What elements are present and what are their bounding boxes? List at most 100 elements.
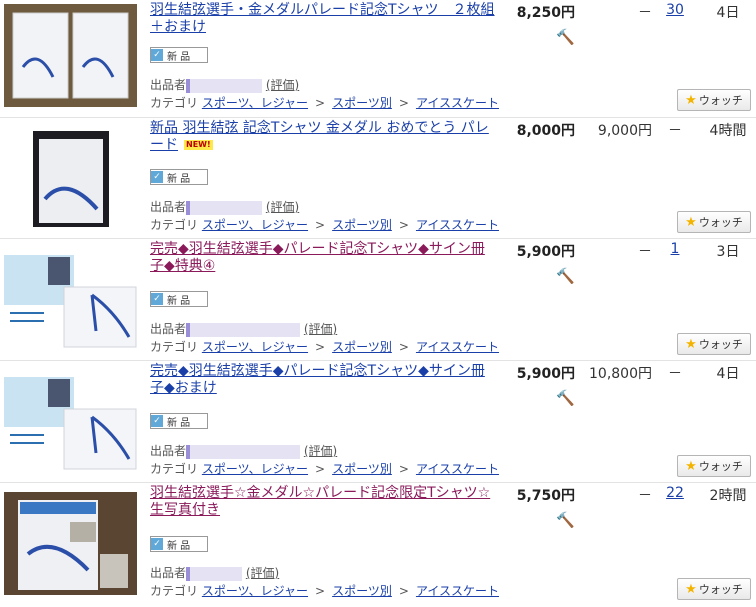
tshirt-image — [4, 254, 137, 347]
watch-label: ウォッチ — [698, 583, 743, 596]
watch-button[interactable]: ★ ウォッチ — [677, 333, 751, 355]
seller-rating-link[interactable]: (評価) — [266, 78, 299, 92]
bid-count-link[interactable]: 30 — [655, 2, 695, 18]
seller-label: 出品者 — [150, 200, 187, 214]
buy-now-price: － — [638, 488, 652, 504]
seller-rating-link[interactable]: (評価) — [246, 566, 279, 580]
breadcrumb-separator: > — [315, 584, 326, 598]
star-icon: ★ — [685, 214, 697, 230]
category-link[interactable]: スポーツ別 — [332, 218, 392, 232]
category-link[interactable]: スポーツ、レジャー — [202, 96, 308, 110]
seller-rating-link[interactable]: (評価) — [304, 444, 337, 458]
seller-name-redacted — [186, 322, 301, 337]
time-left: 2時間 — [709, 488, 747, 504]
listing-title-link[interactable]: 羽生結弦選手☆金メダル☆パレード記念限定Tシャツ☆生写真付き — [150, 485, 495, 519]
buy-now-price: － — [638, 244, 652, 260]
category-label: カテゴリ — [150, 96, 199, 110]
seller-line: 出品者 (評価) — [150, 320, 337, 337]
condition-badge: ✓ 新 品 — [150, 47, 208, 63]
category-link[interactable]: スポーツ別 — [332, 584, 392, 598]
seller-rating-link[interactable]: (評価) — [304, 322, 337, 336]
hammer-badge-icon: 🔨 — [556, 389, 575, 407]
listing-title-link[interactable]: 羽生結弦選手・金メダルパレード記念Tシャツ ２枚組＋おまけ — [150, 2, 495, 36]
current-price: 8,000円 — [516, 123, 575, 139]
bid-count-link[interactable]: 22 — [655, 485, 695, 501]
watch-button[interactable]: ★ ウォッチ — [677, 89, 751, 111]
category-link[interactable]: スポーツ別 — [332, 340, 392, 354]
condition-icon: ✓ — [151, 538, 163, 550]
tshirt-image — [32, 130, 109, 227]
current-price: 8,250円 — [516, 5, 575, 21]
listing-title-link[interactable]: 完売◆羽生結弦選手◆パレード記念Tシャツ◆サイン冊子◆おまけ — [150, 363, 495, 397]
listing-row: 羽生結弦選手☆金メダル☆パレード記念限定Tシャツ☆生写真付き 5,750円 － … — [0, 483, 756, 607]
listing-thumbnail[interactable] — [4, 371, 137, 474]
condition-icon: ✓ — [151, 49, 163, 61]
category-link[interactable]: スポーツ、レジャー — [202, 584, 308, 598]
condition-label: 新 品 — [167, 540, 191, 552]
condition-icon: ✓ — [151, 293, 163, 305]
condition-badge: ✓ 新 品 — [150, 536, 208, 552]
watch-label: ウォッチ — [698, 94, 743, 107]
watch-button[interactable]: ★ ウォッチ — [677, 455, 751, 477]
watch-label: ウォッチ — [698, 460, 743, 473]
listing-thumbnail[interactable] — [4, 4, 137, 107]
time-left: 3日 — [716, 244, 740, 260]
buy-now-price: － — [638, 5, 652, 21]
star-icon: ★ — [685, 336, 697, 352]
category-link[interactable]: アイススケート — [416, 584, 499, 598]
category-link[interactable]: スポーツ、レジャー — [202, 340, 308, 354]
breadcrumb-separator: > — [398, 462, 409, 476]
seller-name-redacted — [186, 566, 243, 581]
current-price: 5,750円 — [516, 488, 575, 504]
listing-title-link[interactable]: 完売◆羽生結弦選手◆パレード記念Tシャツ◆サイン冊子◆特典④ — [150, 241, 495, 275]
bid-count-link[interactable]: 1 — [655, 241, 695, 257]
seller-line: 出品者 (評価) — [150, 564, 279, 581]
tshirt-image — [18, 499, 128, 590]
breadcrumb-separator: > — [398, 584, 409, 598]
category-link[interactable]: スポーツ別 — [332, 462, 392, 476]
breadcrumb-separator: > — [315, 340, 326, 354]
category-link[interactable]: スポーツ別 — [332, 96, 392, 110]
seller-label: 出品者 — [150, 322, 187, 336]
seller-label: 出品者 — [150, 566, 187, 580]
condition-badge: ✓ 新 品 — [150, 413, 208, 429]
new-flag: NEW! — [184, 140, 213, 150]
seller-name-redacted — [186, 200, 263, 215]
seller-line: 出品者 (評価) — [150, 198, 299, 215]
category-path: カテゴリ スポーツ、レジャー > スポーツ別 > アイススケート — [150, 338, 499, 355]
seller-rating-link[interactable]: (評価) — [266, 200, 299, 214]
seller-name-redacted — [186, 444, 301, 459]
category-link[interactable]: スポーツ、レジャー — [202, 218, 308, 232]
category-link[interactable]: アイススケート — [416, 462, 499, 476]
current-price: 5,900円 — [516, 366, 575, 382]
listing-row: 羽生結弦選手・金メダルパレード記念Tシャツ ２枚組＋おまけ 8,250円 － 3… — [0, 0, 756, 118]
listing-title-link[interactable]: 新品 羽生結弦 記念Tシャツ 金メダル おめでとう パレード NEW! — [150, 120, 495, 154]
category-label: カテゴリ — [150, 340, 199, 354]
condition-icon: ✓ — [151, 415, 163, 427]
time-left: 4日 — [716, 366, 740, 382]
listing-thumbnail[interactable] — [4, 127, 137, 230]
seller-label: 出品者 — [150, 78, 187, 92]
watch-button[interactable]: ★ ウォッチ — [677, 578, 751, 600]
category-link[interactable]: アイススケート — [416, 218, 499, 232]
category-link[interactable]: アイススケート — [416, 340, 499, 354]
listing-row: 新品 羽生結弦 記念Tシャツ 金メダル おめでとう パレード NEW! 8,000… — [0, 118, 756, 239]
hammer-badge-icon: 🔨 — [556, 28, 575, 46]
condition-icon: ✓ — [151, 171, 163, 183]
condition-label: 新 品 — [167, 295, 191, 307]
watch-button[interactable]: ★ ウォッチ — [677, 211, 751, 233]
breadcrumb-separator: > — [315, 96, 326, 110]
category-link[interactable]: アイススケート — [416, 96, 499, 110]
seller-name-redacted — [186, 78, 263, 93]
condition-label: 新 品 — [167, 51, 191, 63]
listing-thumbnail[interactable] — [4, 492, 137, 595]
category-label: カテゴリ — [150, 218, 199, 232]
listing-thumbnail[interactable] — [4, 249, 137, 352]
breadcrumb-separator: > — [398, 96, 409, 110]
hammer-badge-icon: 🔨 — [556, 511, 575, 529]
watch-label: ウォッチ — [698, 338, 743, 351]
category-path: カテゴリ スポーツ、レジャー > スポーツ別 > アイススケート — [150, 582, 499, 599]
seller-line: 出品者 (評価) — [150, 442, 337, 459]
category-link[interactable]: スポーツ、レジャー — [202, 462, 308, 476]
current-price: 5,900円 — [516, 244, 575, 260]
